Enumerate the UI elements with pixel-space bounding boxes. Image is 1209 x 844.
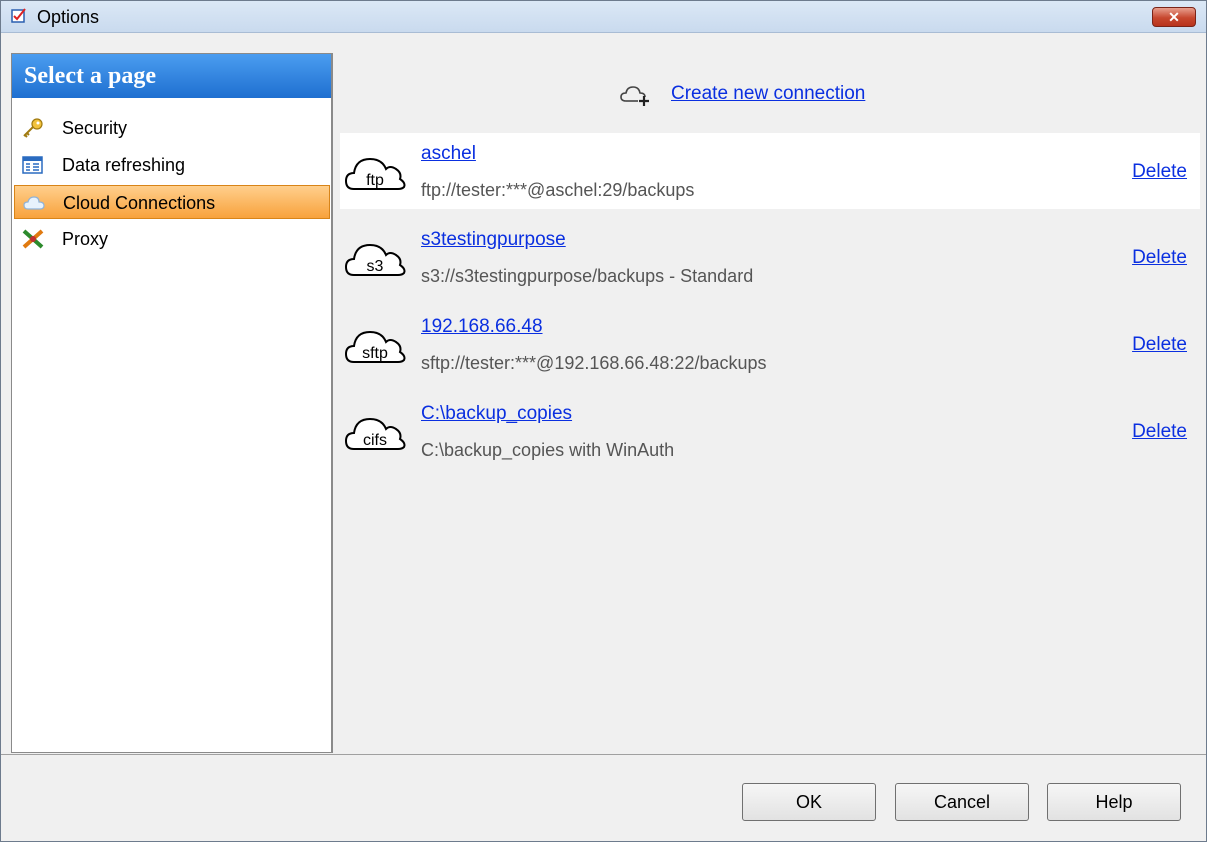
- cancel-button[interactable]: Cancel: [895, 783, 1029, 821]
- ftp-cloud-icon: ftp: [344, 157, 406, 190]
- footer-divider: [1, 754, 1206, 755]
- connection-detail: C:\backup_copies with WinAuth: [421, 440, 675, 460]
- cloud-add-icon: [620, 86, 649, 106]
- connection-detail: ftp://tester:***@aschel:29/backups: [421, 180, 695, 200]
- connection-row-cifs[interactable]: cifs C:\backup_copies C:\backup_copies w…: [340, 393, 1200, 469]
- page-list: Select a page Security Data refreshing C…: [11, 53, 333, 753]
- delete-connection-link[interactable]: Delete: [1132, 421, 1187, 443]
- sidebar-item-label: Data refreshing: [62, 155, 186, 175]
- title-bar[interactable]: Options ✕: [1, 1, 1206, 33]
- protocol-label: cifs: [363, 432, 387, 449]
- cifs-cloud-icon: cifs: [344, 417, 406, 450]
- sidebar-item-security[interactable]: Security: [14, 111, 330, 145]
- connection-detail: s3://s3testingpurpose/backups - Standard: [421, 266, 754, 286]
- sidebar-item-label: Security: [62, 118, 128, 138]
- checkbox-icon: [11, 8, 26, 23]
- sidebar-item-label: Cloud Connections: [63, 193, 216, 213]
- options-window: Options ✕ Select a page Security Data re…: [0, 0, 1207, 842]
- connection-row-s3[interactable]: s3 s3testingpurpose s3://s3testingpurpos…: [340, 219, 1200, 295]
- protocol-label: ftp: [366, 172, 384, 189]
- ok-button[interactable]: OK: [742, 783, 876, 821]
- delete-connection-link[interactable]: Delete: [1132, 161, 1187, 183]
- sidebar-item-proxy[interactable]: Proxy: [14, 222, 330, 256]
- sidebar-header: Select a page: [12, 54, 331, 98]
- connection-name-link[interactable]: s3testingpurpose: [421, 229, 566, 251]
- cloud-connections-panel: Create new connection ftp aschel ftp://t…: [335, 53, 1206, 753]
- sftp-cloud-icon: sftp: [344, 330, 406, 363]
- sidebar-item-label: Proxy: [62, 229, 109, 249]
- cloud-icon: [23, 196, 45, 210]
- protocol-label: sftp: [362, 345, 388, 362]
- close-button[interactable]: ✕: [1152, 7, 1196, 27]
- create-new-connection-link[interactable]: Create new connection: [671, 83, 865, 105]
- window-title: Options: [37, 7, 100, 27]
- key-icon: [23, 118, 43, 138]
- connection-row-sftp[interactable]: sftp 192.168.66.48 sftp://tester:***@192…: [340, 306, 1200, 382]
- connection-row-ftp[interactable]: ftp aschel ftp://tester:***@aschel:29/ba…: [340, 133, 1200, 209]
- table-icon: [22, 156, 43, 174]
- delete-connection-link[interactable]: Delete: [1132, 334, 1187, 356]
- connection-name-link[interactable]: 192.168.66.48: [421, 316, 543, 338]
- sidebar-item-cloud-connections[interactable]: Cloud Connections: [14, 185, 330, 219]
- help-button[interactable]: Help: [1047, 783, 1181, 821]
- plug-icon: [22, 229, 44, 249]
- delete-connection-link[interactable]: Delete: [1132, 247, 1187, 269]
- protocol-label: s3: [367, 258, 384, 275]
- connection-name-link[interactable]: C:\backup_copies: [421, 403, 572, 425]
- sidebar-item-data-refreshing[interactable]: Data refreshing: [14, 148, 330, 182]
- connection-detail: sftp://tester:***@192.168.66.48:22/backu…: [421, 353, 767, 373]
- connection-name-link[interactable]: aschel: [421, 143, 476, 165]
- s3-cloud-icon: s3: [344, 243, 406, 276]
